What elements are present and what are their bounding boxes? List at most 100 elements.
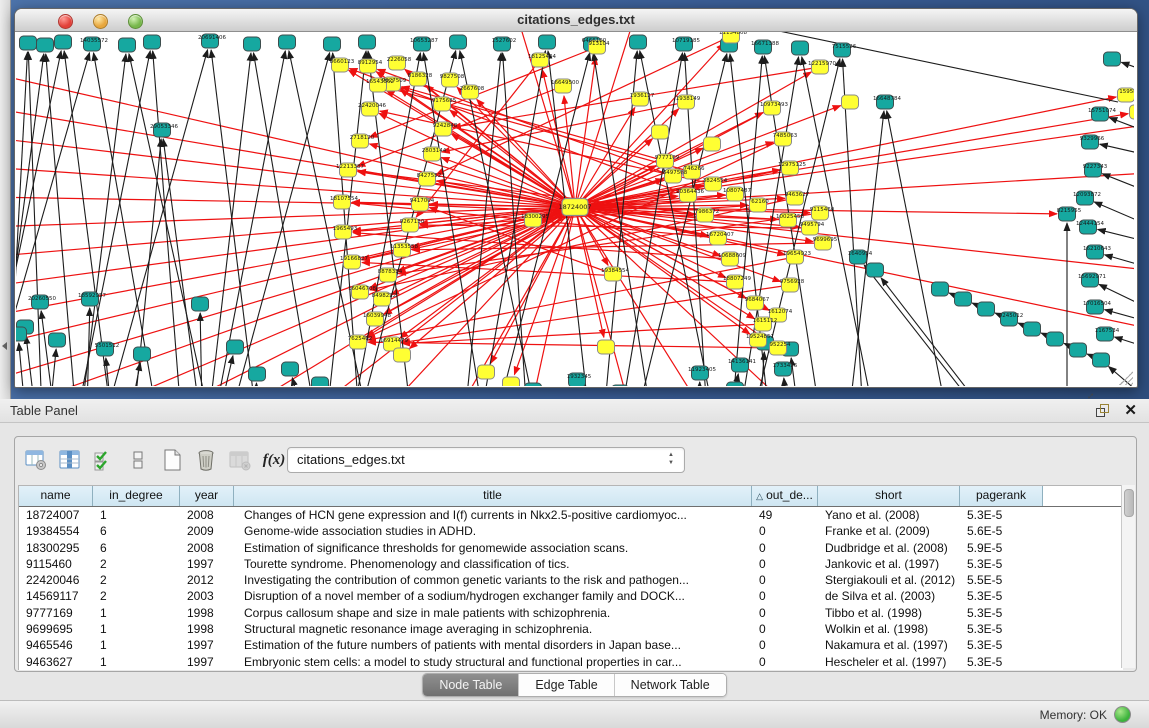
tab-node-table[interactable]: Node Table [423,674,519,696]
table-cell: 5.3E-5 [960,507,1043,523]
table-cell: 0 [752,540,818,556]
svg-text:1640954: 1640954 [848,251,873,257]
svg-text:19384554: 19384554 [601,268,629,274]
svg-text:16671388: 16671388 [751,41,779,47]
svg-text:9684067: 9684067 [745,297,770,303]
network-canvas[interactable]: 1403557220691406106532871527602646616010… [16,32,1134,386]
table-cell: Corpus callosum shape and size in male p… [234,605,752,621]
table-cell: 6 [93,540,180,556]
table-tabs-bar: Node Table Edge Table Network Table [0,670,1149,700]
window-titlebar[interactable]: citations_edges.txt [15,9,1137,32]
column-header-title[interactable]: title [234,486,752,506]
table-mode-button[interactable] [21,446,51,474]
column-header-pagerank[interactable]: pagerank [960,486,1043,506]
svg-text:7625402: 7625402 [348,336,373,342]
table-cell: 1998 [180,621,234,637]
close-panel-icon[interactable]: ✕ [1124,401,1137,419]
table-cell: 2008 [180,540,234,556]
svg-text:8660123: 8660123 [330,59,355,65]
table-scrollbar[interactable] [1121,485,1135,668]
svg-text:1733426: 1733426 [773,363,798,369]
svg-text:16046708: 16046708 [348,286,376,292]
svg-text:5501512: 5501512 [95,343,120,349]
svg-text:16543362: 16543362 [366,79,394,85]
table-row[interactable]: 946362711997Embryonic stem cells: a mode… [19,654,1123,670]
svg-text:9227343: 9227343 [1083,164,1108,170]
table-cell: 5.3E-5 [960,588,1043,604]
table-row[interactable]: 1872400712008Changes of HCN gene express… [19,507,1123,523]
table-cell: 9115460 [19,556,93,572]
table-cell: 1997 [180,637,234,653]
svg-text:9827508: 9827508 [440,74,465,80]
svg-text:9495794: 9495794 [800,222,825,228]
column-header-year[interactable]: year [180,486,234,506]
delete-columns-button[interactable] [191,446,221,474]
svg-text:1932345: 1932345 [567,374,592,380]
table-row[interactable]: 1938455462009Genome-wide association stu… [19,523,1123,539]
table-row[interactable]: 969969511998Structural magnetic resonanc… [19,621,1123,637]
svg-text:1612074: 1612074 [768,309,793,315]
delete-table-button[interactable] [225,446,255,474]
svg-text:19524851: 19524851 [746,334,774,340]
svg-text:15958: 15958 [1119,89,1134,95]
svg-text:10719185: 10719185 [672,38,700,44]
table-selector-dropdown[interactable]: citations_edges.txt ▲▼ [287,447,685,473]
node-table: namein_degreeyeartitle△out_de...shortpag… [18,485,1123,670]
svg-text:9329966: 9329966 [1080,136,1105,142]
network-desktop: citations_edges.txt 14035572206914061065… [0,0,1149,400]
table-cell: Disruption of a novel member of a sodium… [234,588,752,604]
panel-expand-arrow-icon[interactable] [2,342,7,350]
svg-text:8878334: 8878334 [378,269,403,275]
svg-text:20691406: 20691406 [198,35,226,41]
table-cell: 2 [93,588,180,604]
column-header-in_degree[interactable]: in_degree [93,486,180,506]
table-cell: Jankovic et al. (1997) [818,556,960,572]
table-cell: 2 [93,572,180,588]
svg-text:18724007: 18724007 [558,203,591,211]
tab-edge-table[interactable]: Edge Table [519,674,614,696]
table-panel-title: Table Panel [10,403,78,418]
row-height-button[interactable] [123,446,153,474]
table-row[interactable]: 2242004622012Investigating the contribut… [19,572,1123,588]
tab-network-table[interactable]: Network Table [615,674,726,696]
svg-text:14035572: 14035572 [80,38,108,44]
svg-text:8498222: 8498222 [372,293,397,299]
svg-text:15751074: 15751074 [1088,108,1116,114]
control-panel-collapsed-strip[interactable] [0,0,11,400]
table-row[interactable]: 977716911998Corpus callosum shape and si… [19,605,1123,621]
table-row[interactable]: 946554611997Estimation of the future num… [19,637,1123,653]
table-row[interactable]: 911546021997Tourette syndrome. Phenomeno… [19,556,1123,572]
svg-text:3824554: 3824554 [703,178,728,184]
create-column-button[interactable] [157,446,187,474]
table-cell: 5.6E-5 [960,523,1043,539]
svg-text:16649500: 16649500 [551,80,579,86]
table-row[interactable]: 1456911722003Disruption of a novel membe… [19,588,1123,604]
column-header-name[interactable]: name [19,486,93,506]
svg-text:14136141: 14136141 [728,359,756,365]
table-cell: Yano et al. (2008) [818,507,960,523]
svg-text:9463627: 9463627 [785,192,810,198]
citation-network-graph[interactable]: 1403557220691406106532871527602646616010… [16,32,1134,386]
window-resize-grip-icon[interactable] [1119,371,1133,385]
function-builder-button[interactable]: f(x) [259,446,289,474]
float-panel-icon[interactable] [1096,404,1109,417]
svg-text:913104: 913104 [589,41,610,47]
svg-text:10025458: 10025458 [776,214,804,220]
table-cell: 2008 [180,507,234,523]
column-header-short[interactable]: short [818,486,960,506]
table-scrollbar-thumb[interactable] [1124,489,1134,517]
table-cell: 9463627 [19,654,93,670]
svg-text:1615112: 1615112 [753,318,778,324]
table-cell: 49 [752,507,818,523]
show-columns-button[interactable] [55,446,85,474]
table-cell: Estimation of the future numbers of pati… [234,637,752,653]
table-row[interactable]: 1830029562008Estimation of significance … [19,540,1123,556]
column-header-out_de[interactable]: △out_de... [752,486,818,506]
svg-text:9777169: 9777169 [655,155,680,161]
table-cell: 9777169 [19,605,93,621]
table-cell: Tibbo et al. (1998) [818,605,960,621]
table-cell: 1 [93,654,180,670]
svg-text:1965493: 1965493 [333,226,358,232]
select-all-checks-button[interactable] [89,446,119,474]
svg-text:2226058: 2226058 [387,57,412,63]
